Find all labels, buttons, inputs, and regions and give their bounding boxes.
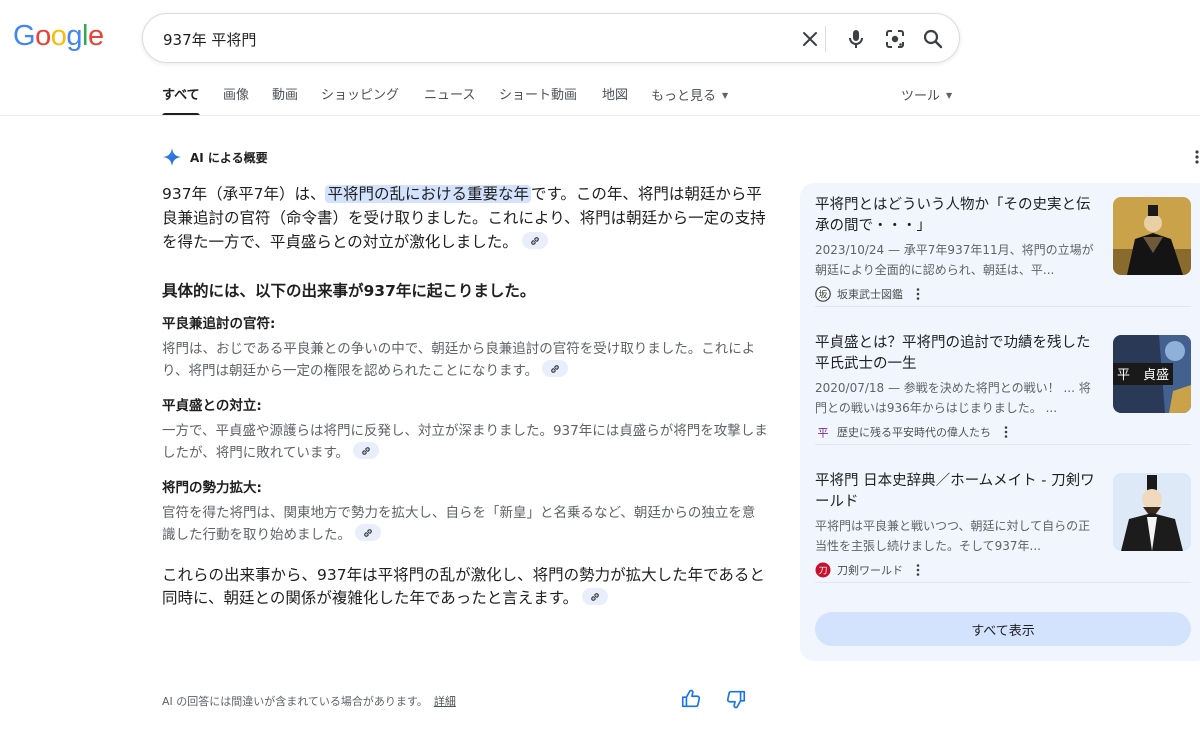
ai-conclusion-paragraph: これらの出来事から、937年は平将門の乱が激化し、将門の勢力が拡大した年であると… [162, 564, 768, 610]
svg-text:平: 平 [818, 427, 829, 440]
ai-sparkle-icon [162, 147, 182, 167]
google-logo[interactable]: Google [13, 20, 104, 52]
conclusion-text: これらの出来事から、937年は平将門の乱が激化し、将門の勢力が拡大した年であると… [162, 566, 765, 607]
clear-icon[interactable] [798, 27, 822, 51]
lead-text: 937年（承平7年）は、 [162, 185, 326, 203]
tools-button[interactable]: ツール ▼ [901, 86, 952, 107]
tab-images[interactable]: 画像 [223, 86, 249, 106]
tools-label: ツール [901, 89, 941, 104]
more-options-icon[interactable] [1188, 148, 1200, 166]
microphone-icon[interactable] [844, 27, 868, 51]
source-thumbnail[interactable] [1113, 197, 1191, 275]
link-icon [362, 446, 370, 455]
ai-bullet-item: 将門の勢力拡大: 官符を得た将門は、関東地方で勢力を拡大し、自らを「新皇」と名乗… [162, 478, 768, 546]
search-input[interactable] [161, 24, 761, 54]
source-title[interactable]: 平将門とはどういう人物か「その史実と伝承の間で・・・」 [815, 195, 1099, 237]
header-divider [0, 115, 1200, 116]
ai-item-body: 将門は、おじである平良兼との争いの中で、朝廷から良兼追討の官符を受け取りました。… [162, 339, 768, 382]
logo-letter: o [50, 20, 67, 52]
disclaimer-text: AI の回答には間違いが含まれている場合があります。 [162, 695, 428, 708]
search-box [142, 13, 960, 63]
source-site: 平 歴史に残る平安時代の偉人たち [815, 422, 1011, 442]
source-thumbnail[interactable]: 平 貞盛 [1113, 335, 1191, 413]
source-card[interactable]: 平貞盛とは？平将門の追討で功績を残した平氏武士の一生 2020/07/18 — … [815, 321, 1191, 445]
link-icon [530, 236, 539, 245]
search-divider [825, 26, 826, 52]
ai-item-title: 平貞盛との対立: [162, 398, 262, 414]
tab-more-label: もっと見る [651, 89, 717, 104]
item-text: 官符を得た将門は、関東地方で勢力を拡大し、自らを「新皇」と名乗るなど、朝廷からの… [162, 505, 756, 543]
site-favicon: 平 [818, 427, 829, 440]
ai-overview-title: AI による概要 [190, 150, 268, 165]
sources-panel: 平将門とはどういう人物か「その史実と伝承の間で・・・」 2023/10/24 —… [800, 183, 1200, 661]
details-link[interactable]: 詳細 [434, 695, 456, 708]
link-icon [591, 592, 600, 601]
source-thumbnail[interactable] [1113, 473, 1191, 551]
source-site: 刀 刀剣ワールド [815, 560, 923, 580]
tab-shopping[interactable]: ショッピング [321, 86, 399, 106]
ai-bullet-item: 平良兼追討の官符: 将門は、おじである平良兼との争いの中で、朝廷から良兼追討の官… [162, 314, 768, 382]
link-icon [364, 528, 372, 537]
ai-item-body: 官符を得た将門は、関東地方で勢力を拡大し、自らを「新皇」と名乗るなど、朝廷からの… [162, 503, 768, 546]
tab-maps[interactable]: 地図 [602, 86, 628, 106]
item-text: 一方で、平貞盛や源護らは将門に反発し、対立が深まりました。937年には貞盛らが将… [162, 423, 768, 461]
svg-text:坂: 坂 [818, 290, 827, 301]
tab-short-videos[interactable]: ショート動画 [499, 86, 577, 106]
citation-link-button[interactable] [352, 442, 379, 459]
tab-videos[interactable]: 動画 [272, 86, 298, 106]
thumbs-down-icon[interactable] [725, 688, 749, 712]
highlighted-text: 平将門の乱における重要な年 [325, 185, 531, 203]
source-snippet: 平将門は平良兼と戦いつつ、朝廷に対して自らの正当性を主張し続けました。そして93… [815, 519, 1091, 553]
camera-lens-icon[interactable] [883, 27, 907, 51]
thumbs-up-icon[interactable] [680, 688, 704, 712]
link-icon [551, 364, 559, 373]
svg-text:刀: 刀 [818, 567, 827, 577]
source-snippet: 2023/10/24 — 承平7年937年11月、将門の立場が朝廷により全面的に… [815, 243, 1094, 277]
show-all-button[interactable]: すべて表示 [815, 612, 1191, 646]
logo-letter: o [35, 20, 51, 52]
search-icon[interactable] [921, 27, 945, 51]
site-name: 坂東武士図鑑 [837, 288, 903, 301]
more-options-icon[interactable] [913, 563, 923, 577]
ai-item-title: 将門の勢力拡大: [162, 480, 262, 496]
item-text: 将門は、おじである平良兼との争いの中で、朝廷から良兼追討の官符を受け取りました。… [162, 341, 756, 379]
site-favicon: 刀 [815, 562, 831, 578]
caret-down-icon: ▼ [722, 91, 729, 100]
source-card[interactable]: 平将門とはどういう人物か「その史実と伝承の間で・・・」 2023/10/24 —… [815, 183, 1191, 307]
ai-overview-body: 937年（承平7年）は、 平将門の乱における重要な年 です。この年、将門は朝廷から平… [162, 182, 768, 610]
source-title[interactable]: 平貞盛とは？平将門の追討で功績を残した平氏武士の一生 [815, 333, 1099, 375]
citation-link-button[interactable] [521, 232, 548, 249]
logo-letter: e [87, 20, 104, 52]
tab-more[interactable]: もっと見る ▼ [651, 86, 728, 107]
source-site: 坂 坂東武士図鑑 [815, 284, 923, 304]
ai-bullet-item: 平貞盛との対立: 一方で、平貞盛や源護らは将門に反発し、対立が深まりました。93… [162, 396, 768, 464]
more-options-icon[interactable] [1001, 425, 1011, 439]
tab-news[interactable]: ニュース [424, 86, 475, 106]
citation-link-button[interactable] [542, 360, 569, 377]
source-title[interactable]: 平将門 日本史辞典／ホームメイト - 刀剣ワールド [815, 471, 1099, 513]
caret-down-icon: ▼ [946, 91, 953, 100]
ai-overview-header: AI による概要 [162, 146, 268, 168]
ai-disclaimer: AI の回答には間違いが含まれている場合があります。 詳細 [162, 693, 456, 709]
ai-lead-paragraph: 937年（承平7年）は、 平将門の乱における重要な年 です。この年、将門は朝廷から平… [162, 182, 768, 254]
svg-text:平 貞盛: 平 貞盛 [1117, 368, 1169, 383]
site-name: 刀剣ワールド [837, 564, 903, 577]
citation-link-button[interactable] [355, 524, 381, 541]
ai-subheading: 具体的には、以下の出来事が937年に起こりました。 [162, 282, 536, 300]
source-card[interactable]: 平将門 日本史辞典／ホームメイト - 刀剣ワールド 平将門は平良兼と戦いつつ、朝… [815, 459, 1191, 583]
tab-all[interactable]: すべて [162, 86, 200, 116]
logo-letter: G [13, 20, 36, 52]
ai-item-body: 一方で、平貞盛や源護らは将門に反発し、対立が深まりました。937年には貞盛らが将… [162, 421, 768, 464]
ai-item-title: 平良兼追討の官符: [162, 316, 276, 332]
logo-letter: g [66, 20, 82, 52]
site-name: 歴史に残る平安時代の偉人たち [837, 426, 991, 439]
more-options-icon[interactable] [913, 287, 923, 301]
source-snippet: 2020/07/18 — 参戦を決めた将門との戦い！ ... 将門との戦いは93… [815, 381, 1091, 415]
citation-link-button[interactable] [582, 588, 609, 605]
site-favicon: 坂 [815, 286, 831, 302]
